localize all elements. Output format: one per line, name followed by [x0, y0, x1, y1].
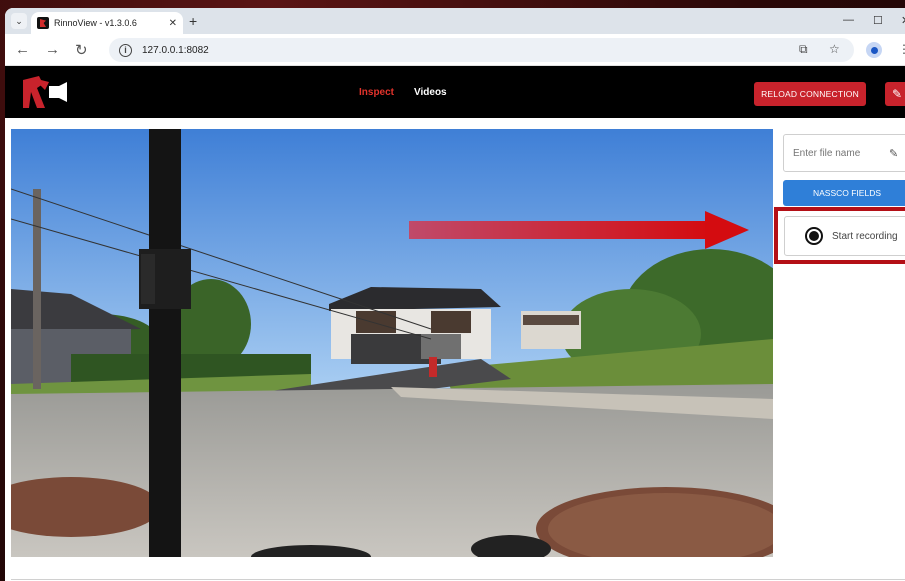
start-recording-label: Start recording — [832, 230, 898, 242]
filename-field[interactable]: ✎ — [783, 134, 905, 172]
rinnoview-favicon-icon — [37, 17, 49, 29]
tab-search-button[interactable]: ⌄ — [11, 13, 27, 29]
site-info-icon[interactable]: i — [119, 43, 132, 57]
reload-page-icon[interactable]: ↻ — [75, 41, 88, 59]
profile-avatar-icon[interactable] — [866, 42, 882, 58]
edit-pencil-button[interactable]: ✎ — [885, 82, 905, 106]
camera-feed — [11, 129, 773, 557]
tab-strip: ⌄ RinnoView - v1.3.0.6 ✕ + — ☐ ✕ — [5, 8, 905, 34]
install-app-icon[interactable]: ⧉ — [799, 42, 808, 57]
minimize-icon[interactable]: — — [843, 14, 854, 26]
rinnoview-logo-icon[interactable] — [19, 74, 69, 112]
browser-tab[interactable]: RinnoView - v1.3.0.6 ✕ — [31, 12, 183, 34]
filename-input[interactable] — [793, 147, 883, 159]
back-icon[interactable]: ← — [15, 41, 30, 58]
app-header: Inspect Videos RELOAD CONNECTION ✎ — [5, 66, 905, 118]
url-text: 127.0.0.1:8082 — [142, 44, 209, 56]
new-tab-icon[interactable]: + — [189, 13, 197, 29]
start-recording-button[interactable]: Start recording — [784, 216, 905, 256]
reload-connection-button[interactable]: RELOAD CONNECTION — [754, 82, 866, 106]
bookmark-star-icon[interactable]: ☆ — [829, 42, 840, 56]
nassco-fields-button[interactable]: NASSCO FIELDS — [783, 180, 905, 206]
address-bar[interactable]: i 127.0.0.1:8082 — [109, 38, 854, 62]
nav-inspect[interactable]: Inspect — [359, 87, 394, 98]
forward-icon[interactable]: → — [45, 41, 60, 58]
nav-videos[interactable]: Videos — [414, 87, 447, 98]
browser-toolbar: ← → ↻ i 127.0.0.1:8082 ⧉ ☆ ⋮ — [5, 34, 905, 66]
street-scene-image — [11, 129, 773, 557]
main-content: ✎ NASSCO FIELDS Start recording — [5, 118, 905, 581]
tab-title: RinnoView - v1.3.0.6 — [54, 18, 137, 28]
maximize-icon[interactable]: ☐ — [873, 14, 883, 27]
browser-menu-icon[interactable]: ⋮ — [898, 42, 905, 56]
browser-window: ⌄ RinnoView - v1.3.0.6 ✕ + — ☐ ✕ ← → ↻ i… — [5, 8, 905, 581]
divider — [11, 579, 905, 580]
record-icon — [805, 227, 823, 245]
close-tab-icon[interactable]: ✕ — [169, 18, 177, 29]
close-window-icon[interactable]: ✕ — [901, 14, 905, 27]
pencil-icon: ✎ — [889, 147, 899, 160]
